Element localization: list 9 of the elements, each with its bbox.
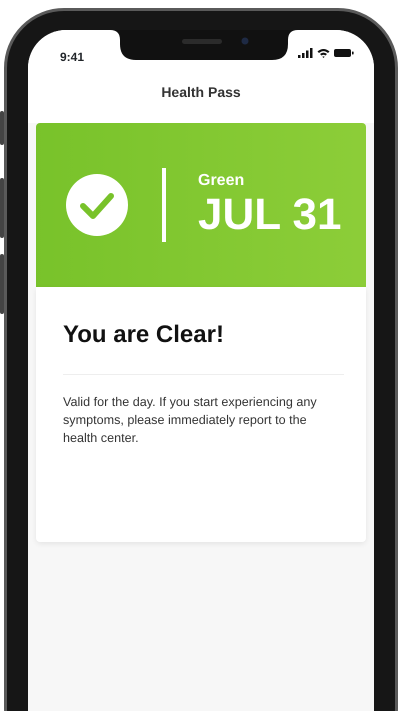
screen-title: Health Pass: [160, 83, 242, 102]
battery-icon: [334, 48, 354, 58]
status-label: Green: [198, 173, 246, 189]
result-message: Valid for the day. If you start experiencing any symptoms, please immediately report to the health center.: [63, 394, 318, 447]
signal-icon: [298, 48, 313, 58]
result-heading: You are Clear!: [63, 321, 225, 350]
pass-date: JUL 31: [198, 193, 342, 237]
status-time: 9:41: [60, 49, 84, 66]
wifi-icon: [317, 48, 330, 58]
